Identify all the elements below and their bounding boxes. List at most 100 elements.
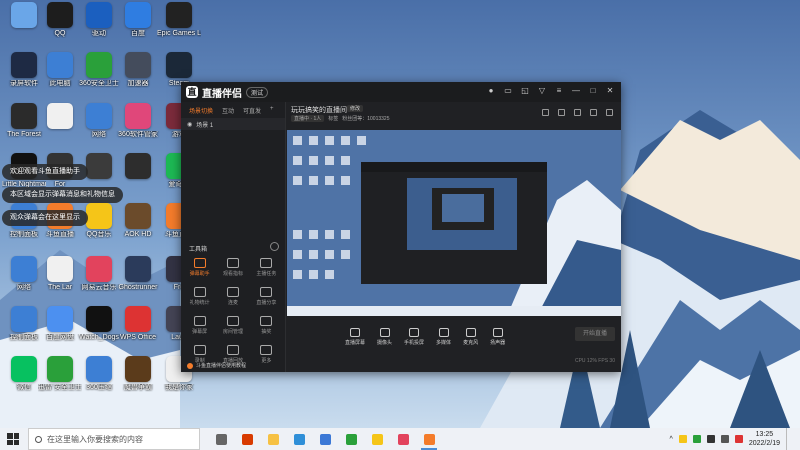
tool-item[interactable]: 连麦 — [216, 287, 249, 306]
360-icon — [345, 433, 357, 445]
taskbar-app[interactable] — [390, 428, 416, 450]
edit-title-button[interactable]: 修改 — [347, 105, 364, 112]
message-icon[interactable]: ▭ — [503, 86, 513, 96]
desktop-icon[interactable]: 迅雷 安全卫士 — [38, 356, 82, 392]
search-placeholder: 在这里输入你要搜索的内容 — [47, 434, 143, 444]
source-button[interactable]: 摄像头 — [377, 328, 392, 346]
desktop-icon-label: 网络 — [92, 131, 106, 138]
lock-icon[interactable] — [542, 109, 549, 116]
close-icon[interactable]: ✕ — [605, 86, 615, 96]
taskbar-search-box[interactable]: 在这里输入你要搜索的内容 — [28, 428, 200, 450]
tab-interaction[interactable]: 互动 — [222, 106, 234, 115]
desktop-icon[interactable] — [116, 153, 160, 181]
tool-item[interactable]: 直播分享 — [250, 287, 283, 306]
volume-icon[interactable] — [720, 435, 729, 443]
desktop-icon[interactable]: 此电脑 — [38, 52, 82, 88]
tool-icon — [226, 345, 239, 355]
taskbar-app[interactable] — [338, 428, 364, 450]
desktop-icon[interactable]: 百度网盘 — [38, 306, 82, 342]
desktop-icon[interactable]: 360压缩 — [77, 356, 121, 392]
taskbar-app[interactable] — [312, 428, 338, 450]
scene-label: 场景 1 — [196, 122, 214, 129]
tab-scene[interactable]: 场景切换 — [189, 106, 213, 115]
scene-item[interactable]: ◉ 场景 1 — [181, 118, 285, 130]
notification-toast: 欢迎观看斗鱼直播助手 — [2, 164, 88, 180]
add-scene-icon[interactable]: + — [270, 106, 274, 114]
source-label: 手机投屏 — [404, 340, 425, 346]
taskbar-clock[interactable]: 13:25 2022/2/19 — [749, 430, 780, 448]
tool-item[interactable]: 弹幕助手 — [183, 258, 216, 277]
tutorial-tip[interactable]: 斗鱼直播伴侣使用教程 — [187, 362, 246, 369]
tool-item[interactable]: 观看指标 — [216, 258, 249, 277]
source-button[interactable]: 手机投屏 — [404, 328, 424, 346]
desktop-icon[interactable]: The Lar — [38, 256, 82, 292]
tab-publish[interactable]: 可直发 — [243, 106, 261, 115]
bell-icon[interactable] — [590, 109, 597, 116]
skin-icon[interactable]: ▽ — [537, 86, 547, 96]
taskbar-app[interactable] — [208, 428, 234, 450]
avatar-icon[interactable]: ● — [486, 86, 496, 96]
clock-time: 13:25 — [755, 431, 774, 438]
taskbar-app[interactable] — [416, 428, 442, 450]
tools-header: 工具箱 — [189, 247, 208, 253]
source-button[interactable]: 扬声器 — [490, 328, 505, 346]
tray-overflow-icon[interactable]: ^ — [670, 436, 673, 443]
share-icon[interactable] — [606, 109, 613, 116]
source-button[interactable]: 直播屏幕 — [345, 328, 365, 346]
taskbar-app[interactable] — [234, 428, 260, 450]
source-icon — [492, 328, 503, 337]
desktop-icon[interactable]: 百度 — [116, 2, 160, 38]
show-desktop-button[interactable] — [786, 428, 790, 450]
desktop-icon[interactable]: 360安全卫士 — [77, 52, 121, 88]
tray-app-icon[interactable] — [678, 435, 687, 443]
tool-item[interactable]: 房间管理 — [216, 316, 249, 335]
tools-settings-icon[interactable] — [270, 242, 279, 251]
tool-item[interactable]: 主播任务 — [250, 258, 283, 277]
tray-app-icon[interactable] — [692, 435, 701, 443]
desktop-icon[interactable]: 网易云音乐 — [77, 256, 121, 292]
tool-item[interactable]: 礼物统计 — [183, 287, 216, 306]
network-icon[interactable] — [706, 435, 715, 443]
desktop-icon[interactable]: 360软件管家 — [116, 103, 160, 139]
tool-label: 礼物统计 — [189, 300, 210, 306]
stream-preview[interactable] — [287, 130, 621, 316]
live-status-chip: 直播中 · 1人 — [291, 115, 325, 122]
taskbar-app[interactable] — [260, 428, 286, 450]
source-button[interactable]: 麦克风 — [463, 328, 478, 346]
network-icon — [86, 103, 112, 129]
game-icon — [125, 256, 151, 282]
maximize-icon[interactable]: □ — [588, 86, 598, 96]
desktop-icon[interactable]: Ghostrunner — [116, 256, 160, 292]
tag-label[interactable]: 标签 — [328, 115, 338, 122]
desktop-icon[interactable]: QQ — [38, 2, 82, 38]
desktop-icon[interactable]: 网络 — [77, 103, 121, 139]
desktop-icon[interactable]: WPS Office — [116, 306, 160, 342]
tools-grid: 弹幕助手 观看指标 主播任务 礼物统计 连麦 直播分享 弹幕屏 房间管理 抽奖 录制 直播回放 更多 — [183, 258, 283, 364]
taskbar-app[interactable] — [364, 428, 390, 450]
screen-icon[interactable] — [574, 109, 581, 116]
desktop-icon[interactable] — [38, 103, 82, 131]
desktop-icon[interactable]: Watch_Dogs — [77, 306, 121, 342]
copy-icon[interactable] — [558, 109, 565, 116]
taskbar-app[interactable] — [286, 428, 312, 450]
desktop-icon[interactable]: 驱动 — [77, 2, 121, 38]
source-button[interactable]: 多媒体 — [436, 328, 451, 346]
windows-start-button[interactable] — [4, 430, 22, 448]
tool-icon — [260, 258, 273, 268]
ime-icon[interactable] — [734, 435, 743, 443]
menu-icon[interactable]: ≡ — [554, 86, 564, 96]
desktop-icon[interactable]: AOK HD — [116, 203, 160, 239]
minimize-icon[interactable]: — — [571, 86, 581, 96]
desktop-icon-label: 加速器 — [127, 80, 149, 87]
tool-item[interactable]: 更多 — [250, 345, 283, 364]
tool-item[interactable]: 抽奖 — [250, 316, 283, 335]
desktop-icon[interactable]: Epic Games Launcher — [157, 2, 201, 38]
start-live-button[interactable]: 开始直播 — [575, 327, 615, 341]
desktop-icon[interactable]: 魔兽争霸 — [116, 356, 160, 392]
tool-item[interactable]: 弹幕屏 — [183, 316, 216, 335]
eye-icon[interactable]: ◉ — [187, 121, 192, 128]
desktop-icon[interactable]: 加速器 — [116, 52, 160, 88]
stream-meta: 直播中 · 1人 标签 粉丝团等：10013325 — [291, 115, 390, 122]
network-icon — [11, 256, 37, 282]
share-icon[interactable]: ◱ — [520, 86, 530, 96]
